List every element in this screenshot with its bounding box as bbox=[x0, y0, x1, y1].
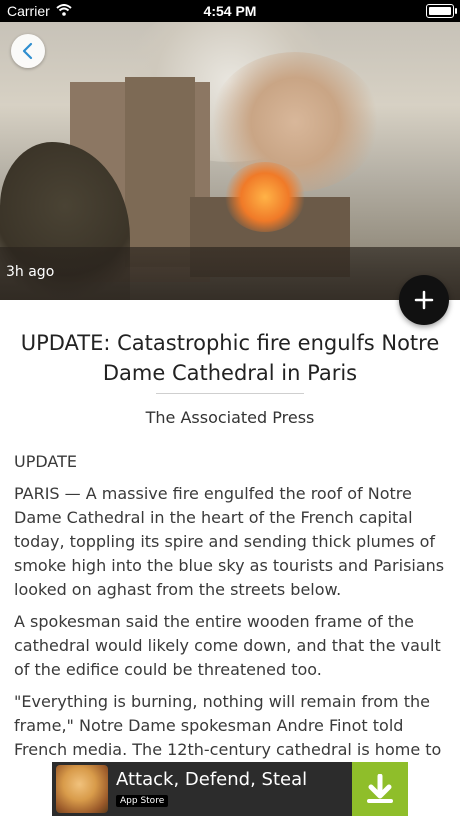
battery-icon bbox=[426, 4, 457, 18]
download-icon bbox=[367, 774, 393, 803]
plus-icon bbox=[414, 290, 434, 310]
app-store-badge: App Store bbox=[116, 795, 169, 807]
divider bbox=[156, 393, 304, 394]
ad-banner[interactable]: Attack, Defend, Steal App Store bbox=[52, 762, 408, 816]
article-timestamp: 3h ago bbox=[6, 264, 55, 280]
status-bar: Carrier 4:54 PM bbox=[0, 0, 460, 22]
article-body: UPDATE PARIS — A massive fire engulfed t… bbox=[14, 450, 446, 770]
add-button[interactable] bbox=[399, 275, 449, 325]
paragraph: PARIS — A massive fire engulfed the roof… bbox=[14, 484, 445, 599]
paragraph: UPDATE bbox=[14, 452, 77, 471]
article-headline: UPDATE: Catastrophic fire engulfs Notre … bbox=[20, 331, 440, 385]
back-button[interactable] bbox=[11, 34, 45, 68]
ad-download-button[interactable] bbox=[352, 762, 408, 816]
chevron-left-icon bbox=[22, 42, 33, 60]
paragraph: "Everything is burning, nothing will rem… bbox=[14, 692, 442, 759]
article-source: The Associated Press bbox=[145, 408, 315, 427]
ad-title: Attack, Defend, Steal bbox=[116, 769, 308, 790]
hero-image: 3h ago bbox=[0, 22, 460, 300]
clock: 4:54 PM bbox=[203, 3, 257, 19]
paragraph: A spokesman said the entire wooden frame… bbox=[14, 612, 441, 679]
game-icon bbox=[56, 765, 108, 813]
